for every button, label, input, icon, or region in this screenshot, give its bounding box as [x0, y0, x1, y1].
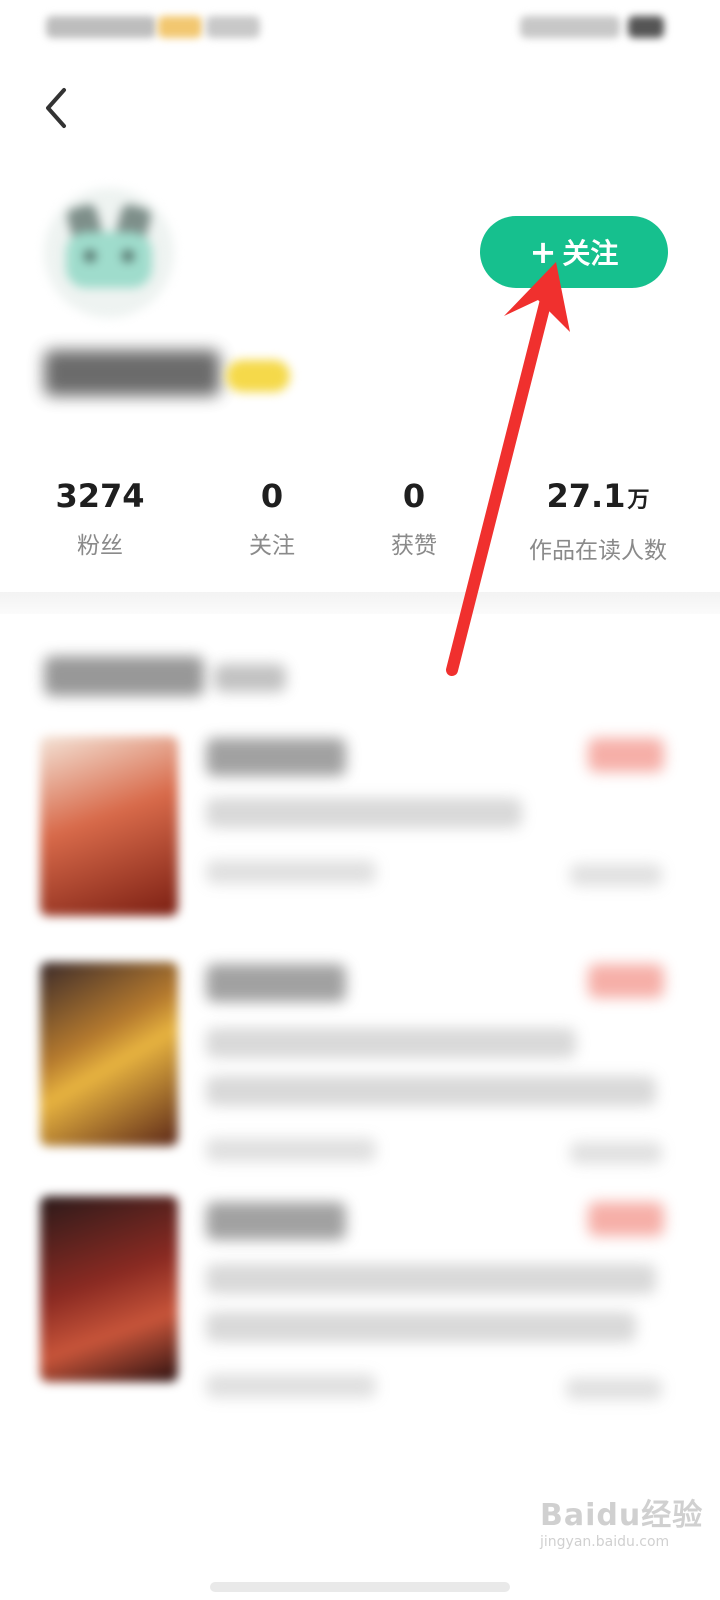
- stat-value: 0: [402, 477, 426, 515]
- stat-fans[interactable]: 3274 粉丝: [40, 474, 160, 560]
- stat-value: 3274: [55, 477, 145, 515]
- stat-readers[interactable]: 27.1万 作品在读人数: [518, 474, 678, 565]
- stat-value: 27.1万: [546, 477, 650, 515]
- status-bar: [0, 0, 720, 60]
- stat-following[interactable]: 0 关注: [212, 474, 332, 560]
- stat-value: 0: [260, 477, 284, 515]
- works-title-blurred: [44, 656, 204, 696]
- book-cover[interactable]: [40, 1196, 178, 1382]
- watermark: Baidu经验 jingyan.baidu.com: [540, 1498, 704, 1550]
- book-cover[interactable]: [40, 962, 178, 1146]
- section-divider: [0, 592, 720, 614]
- book-cover[interactable]: [40, 736, 178, 916]
- stat-label: 获赞: [391, 533, 437, 559]
- plus-icon: +: [529, 233, 557, 271]
- stat-unit: 万: [627, 488, 650, 513]
- follow-button-label: 关注: [562, 237, 619, 270]
- stat-label: 作品在读人数: [529, 538, 667, 564]
- stat-label: 粉丝: [77, 533, 123, 559]
- username-blurred: [44, 350, 220, 396]
- follow-button[interactable]: + 关注: [480, 216, 668, 288]
- stat-label: 关注: [249, 533, 295, 559]
- level-badge-blurred: [226, 360, 290, 392]
- book-title-blurred[interactable]: [206, 964, 346, 1002]
- home-indicator: [210, 1582, 510, 1592]
- avatar[interactable]: [44, 188, 174, 318]
- book-title-blurred[interactable]: [206, 738, 346, 776]
- back-button[interactable]: [38, 84, 78, 132]
- chevron-left-icon: [46, 88, 66, 128]
- book-title-blurred[interactable]: [206, 1202, 346, 1240]
- stat-likes[interactable]: 0 获赞: [354, 474, 474, 560]
